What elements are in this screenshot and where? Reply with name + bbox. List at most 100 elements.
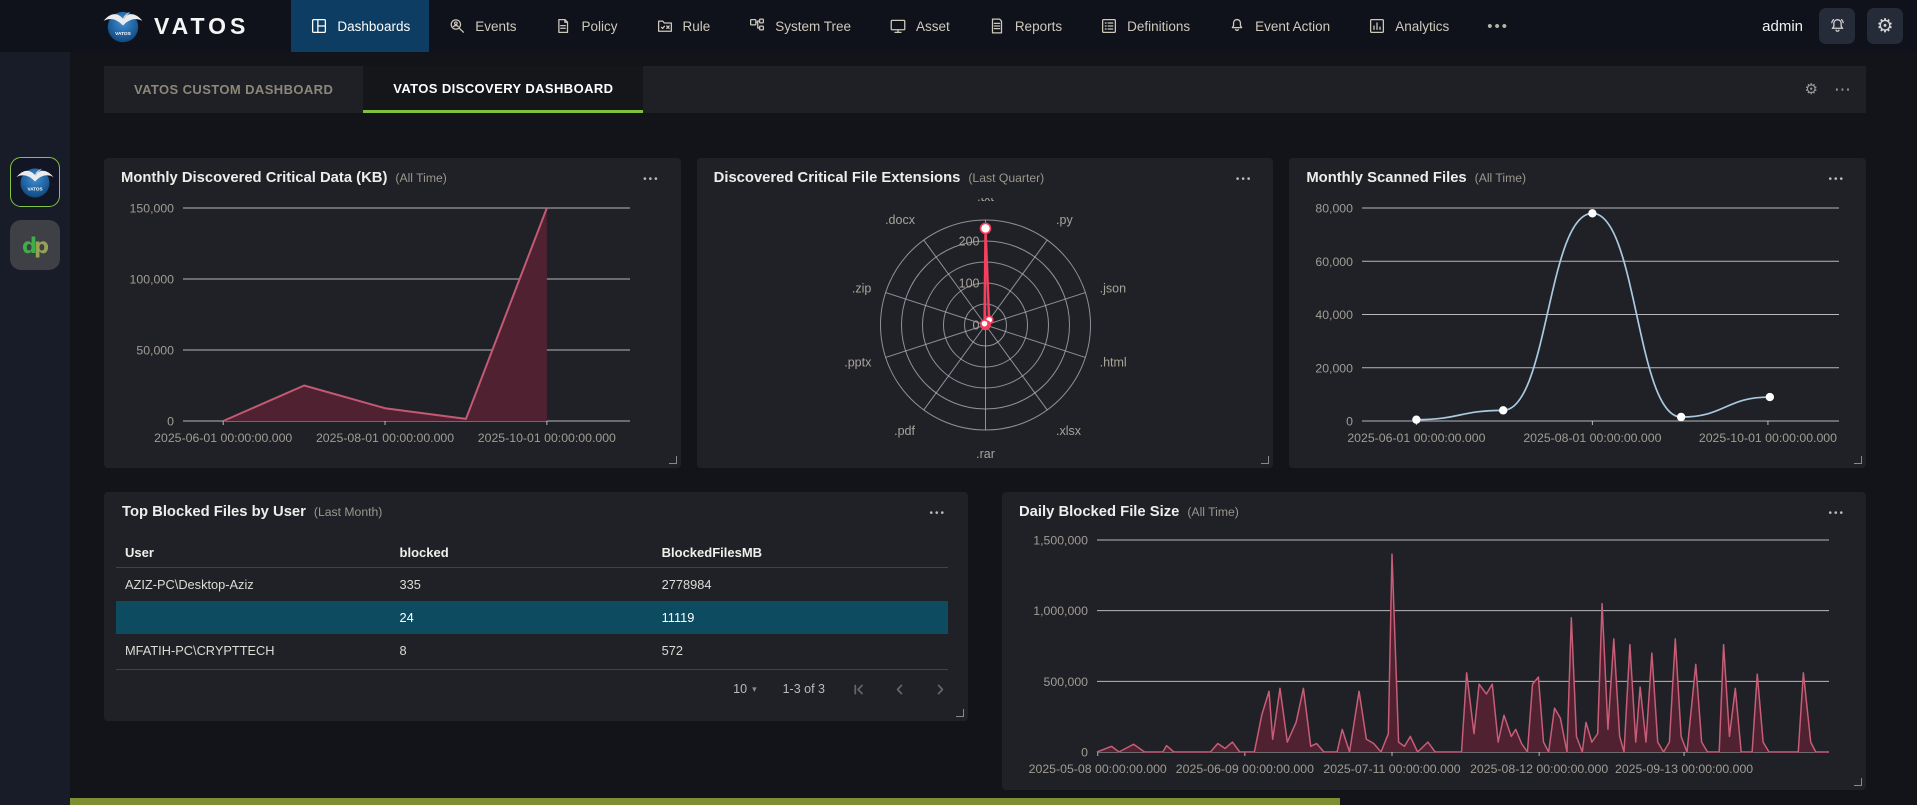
- user-menu[interactable]: admin: [1762, 18, 1803, 35]
- table-row[interactable]: AZIZ-PC\Desktop-Aziz 335 2778984: [116, 568, 948, 601]
- page-size-select[interactable]: 10 ▾: [733, 682, 756, 696]
- vatos-eagle-icon: VATOS: [16, 168, 54, 198]
- card-menu-icon[interactable]: •••: [925, 506, 950, 521]
- app-sidebar: VATOS d p: [0, 52, 70, 805]
- svg-text:2025-08-01 00:00:00.000: 2025-08-01 00:00:00.000: [316, 431, 454, 445]
- monthly_discovered-svg: 0 50,000 100,000 150,000 2025-06-01 00:00:00…: [130, 202, 630, 445]
- top-navbar: VATOS VATOS Dashboards Events Policy Rule Sy…: [0, 0, 1917, 52]
- svg-text:1,500,000: 1,500,000: [1033, 534, 1088, 548]
- svg-text:0: 0: [1346, 415, 1353, 429]
- first-page-icon: [854, 684, 863, 694]
- settings-button[interactable]: ⚙: [1867, 8, 1903, 44]
- nav-item-rule[interactable]: Rule: [637, 0, 730, 52]
- brand-name: VATOS: [154, 12, 250, 39]
- definitions-list-icon: [1100, 17, 1118, 35]
- card-daily-blocked: Daily Blocked File Size (All Time) ••• 0…: [1002, 492, 1866, 790]
- card-head: Daily Blocked File Size (All Time) •••: [1019, 504, 1849, 532]
- tab-vatos-custom-dashboard[interactable]: VATOS CUSTOM DASHBOARD: [104, 66, 363, 113]
- first-page-button[interactable]: [851, 682, 866, 697]
- policy-document-icon: [554, 17, 572, 35]
- dp-logo-icon: d p: [22, 234, 49, 258]
- nav-item-definitions[interactable]: Definitions: [1081, 0, 1209, 52]
- card-title: Top Blocked Files by User: [122, 504, 306, 520]
- svg-text:.rar: .rar: [976, 447, 995, 461]
- svg-text:.py: .py: [1056, 213, 1073, 227]
- card-subtitle: (Last Quarter): [968, 171, 1045, 185]
- card-head: Top Blocked Files by User (Last Month) •…: [104, 504, 968, 532]
- card-menu-icon[interactable]: •••: [1824, 506, 1849, 521]
- column-header[interactable]: blocked: [391, 545, 653, 560]
- tabbar-overflow-icon[interactable]: ⋯: [1834, 81, 1852, 98]
- column-header[interactable]: BlockedFilesMB: [653, 545, 948, 560]
- card-menu-icon[interactable]: •••: [1824, 172, 1849, 187]
- next-page-button[interactable]: [933, 682, 948, 697]
- card-title: Daily Blocked File Size: [1019, 504, 1180, 520]
- sidebar-app-dp[interactable]: d p: [10, 220, 60, 270]
- card-file-extensions: Discovered Critical File Extensions (Las…: [696, 158, 1274, 468]
- bottom-accent-bar: [70, 798, 1340, 805]
- daily_blocked-svg: 0 500,000 1,000,000 1,500,000 2025-05-08 00:…: [1029, 534, 1829, 776]
- card-subtitle: (All Time): [1474, 171, 1527, 185]
- dashboard-row-2: Top Blocked Files by User (Last Month) •…: [104, 492, 1866, 790]
- svg-text:20,000: 20,000: [1316, 361, 1354, 375]
- svg-text:.zip: .zip: [852, 281, 872, 295]
- svg-text:2025-09-13 00:00:00.000: 2025-09-13 00:00:00.000: [1615, 762, 1753, 776]
- card-title: Monthly Discovered Critical Data (KB): [121, 170, 388, 186]
- tab-vatos-discovery-dashboard[interactable]: VATOS DISCOVERY DASHBOARD: [363, 66, 644, 113]
- vatos-eagle-icon: VATOS: [103, 11, 143, 43]
- svg-text:0: 0: [972, 319, 979, 333]
- svg-text:2025-08-01 00:00:00.000: 2025-08-01 00:00:00.000: [1524, 431, 1662, 445]
- nav-item-reports[interactable]: Reports: [969, 0, 1081, 52]
- svg-text:.xlsx: .xlsx: [1056, 424, 1082, 438]
- tabbar-settings-icon[interactable]: ⚙: [1805, 82, 1818, 97]
- table-row[interactable]: 24 11119: [116, 601, 948, 634]
- card-head: Monthly Discovered Critical Data (KB) (A…: [121, 170, 664, 198]
- card-menu-icon[interactable]: •••: [1232, 172, 1257, 187]
- nav-item-events[interactable]: Events: [429, 0, 535, 52]
- column-header[interactable]: User: [116, 545, 391, 560]
- notifications-button[interactable]: [1819, 8, 1855, 44]
- nav-item-event-action[interactable]: Event Action: [1209, 0, 1349, 52]
- nav-overflow-icon[interactable]: •••: [1468, 0, 1528, 52]
- svg-text:40,000: 40,000: [1316, 308, 1354, 322]
- nav-item-policy[interactable]: Policy: [535, 0, 636, 52]
- prev-page-button[interactable]: [892, 682, 907, 697]
- sidebar-app-vatos[interactable]: VATOS: [10, 157, 60, 207]
- nav-item-asset[interactable]: Asset: [870, 0, 969, 52]
- file-extensions-radar-chart: .txt .py .json .html .xlsx .rar .pdf .pptx .zip.…: [714, 198, 1257, 468]
- card-title: Discovered Critical File Extensions: [713, 170, 961, 186]
- table-header-row: User blocked BlockedFilesMB: [116, 538, 948, 568]
- vatos-logo-icon: VATOS: [102, 5, 144, 47]
- dashboard-row-1: Monthly Discovered Critical Data (KB) (A…: [104, 158, 1866, 468]
- chevron-down-icon: ▾: [752, 683, 757, 694]
- blocked-files-table: User blocked BlockedFilesMB AZIZ-PC\Desktop…: [116, 538, 948, 667]
- svg-text:.pdf: .pdf: [894, 424, 915, 438]
- search-user-icon: [448, 17, 466, 35]
- svg-text:150,000: 150,000: [130, 202, 175, 216]
- card-menu-icon[interactable]: •••: [639, 172, 664, 187]
- card-head: Monthly Scanned Files (All Time) •••: [1306, 170, 1849, 198]
- svg-text:.docx: .docx: [885, 213, 916, 227]
- svg-text:2025-07-11 00:00:00.000: 2025-07-11 00:00:00.000: [1323, 762, 1460, 776]
- svg-text:100,000: 100,000: [130, 273, 175, 287]
- card-head: Discovered Critical File Extensions (Las…: [714, 170, 1257, 198]
- gear-icon: ⚙: [1876, 14, 1894, 37]
- main-content: VATOS CUSTOM DASHBOARD VATOS DISCOVERY D…: [70, 52, 1917, 805]
- report-document-icon: [988, 17, 1006, 35]
- monthly_scanned-svg: 0 20,000 40,000 60,000 80,000 2025-06-01 00:0…: [1316, 202, 1840, 445]
- dashboard-icon: [310, 17, 328, 35]
- table-pagination: 10 ▾ 1-3 of 3: [116, 670, 948, 708]
- nav-item-dashboards[interactable]: Dashboards: [291, 0, 430, 52]
- navbar-right: admin ⚙: [1762, 0, 1917, 52]
- monthly-discovered-chart: 0 50,000 100,000 150,000 2025-06-01 00:00:00…: [121, 198, 664, 468]
- brand[interactable]: VATOS VATOS: [0, 0, 291, 52]
- analytics-chart-icon: [1368, 17, 1386, 35]
- rule-folder-icon: [656, 17, 674, 35]
- table-cell: 11119: [661, 610, 695, 625]
- nav-item-analytics[interactable]: Analytics: [1349, 0, 1468, 52]
- svg-text:100: 100: [958, 277, 979, 291]
- table-row[interactable]: MFATIH-PC\CRYPTTECH 8 572: [116, 634, 948, 667]
- nav-item-system-tree[interactable]: System Tree: [729, 0, 870, 52]
- svg-text:60,000: 60,000: [1316, 255, 1354, 269]
- svg-text:2025-06-01 00:00:00.000: 2025-06-01 00:00:00.000: [154, 431, 292, 445]
